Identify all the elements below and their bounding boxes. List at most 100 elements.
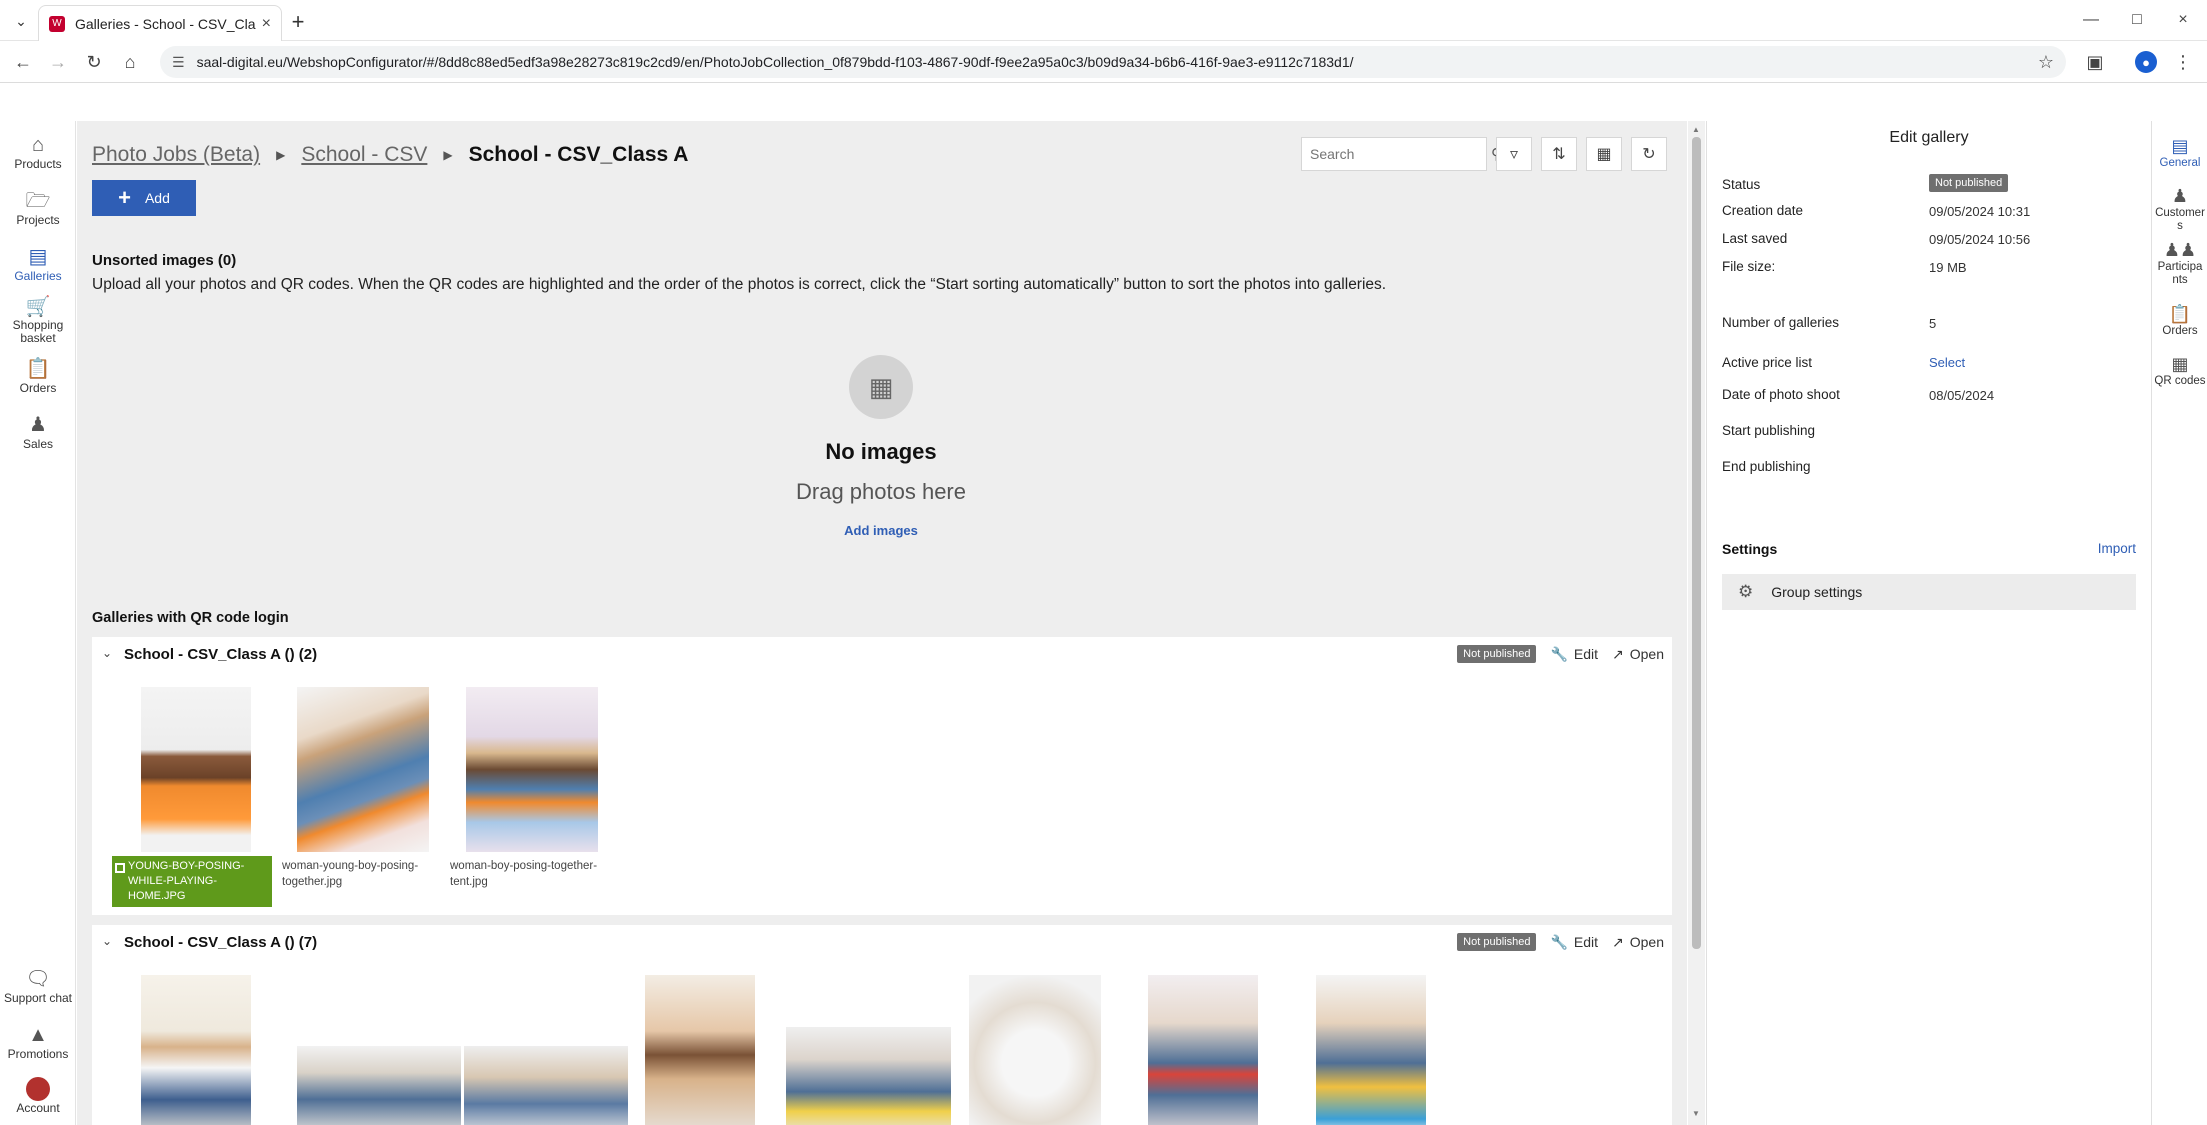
breadcrumb-school-csv[interactable]: School - CSV (301, 143, 427, 167)
nav-label: Orders (19, 381, 57, 395)
nav-label: Support chat (3, 991, 73, 1005)
filter-icon: ▿ (1509, 146, 1519, 163)
new-tab-icon[interactable]: + (284, 8, 312, 36)
photo-thumbnail[interactable] (141, 975, 251, 1125)
qr-code-icon: ▦ (2171, 354, 2189, 374)
empty-state: ▦ No images Drag photos here Add images (77, 355, 1685, 538)
gallery-card: ⌄ School - CSV_Class A () (7) Not publis… (92, 925, 1672, 1125)
breadcrumb-separator-icon: ▶ (443, 148, 453, 162)
nav-label: Sales (22, 437, 54, 451)
url-field[interactable]: ☰ saal-digital.eu/WebshopConfigurator/#/… (160, 46, 2066, 78)
main-content: Photo Jobs (Beta) ▶ School - CSV ▶ Schoo… (77, 121, 1687, 1125)
reload-icon[interactable]: ↻ (81, 49, 107, 75)
photo-shoot-date-value[interactable]: 08/05/2024 (1929, 388, 1994, 403)
photo-thumbnail[interactable] (141, 687, 251, 852)
panel-tab-qr-codes[interactable]: ▦ QR codes (2152, 353, 2207, 388)
nav-projects[interactable]: 🗁 Projects (0, 189, 76, 227)
nav-shopping-basket[interactable]: 🛒 Shopping basket (0, 295, 76, 345)
nav-label: Products (14, 157, 62, 171)
photo-thumbnail[interactable] (645, 975, 755, 1125)
photo-thumbnail[interactable] (786, 1027, 951, 1125)
filter-button[interactable]: ▿ (1496, 137, 1532, 171)
extensions-icon[interactable]: ▣ (2082, 49, 2108, 75)
images-icon: ▦ (849, 355, 913, 419)
add-label: Add (144, 190, 170, 206)
add-images-link[interactable]: Add images (77, 523, 1685, 538)
photo-thumbnail[interactable] (969, 975, 1101, 1125)
edit-button[interactable]: 🔧 Edit (1550, 646, 1598, 663)
gallery-card: ⌄ School - CSV_Class A () (2) Not publis… (92, 637, 1672, 915)
back-icon[interactable]: ← (10, 49, 36, 75)
scroll-down-icon[interactable]: ▼ (1692, 1109, 1700, 1118)
panel-tab-label: QR codes (2154, 375, 2206, 387)
nav-orders[interactable]: 📋 Orders (0, 357, 76, 395)
browser-tab[interactable]: W Galleries - School - CSV_Class A × (38, 5, 282, 41)
panel-tab-general[interactable]: ▤ General (2152, 135, 2207, 170)
tab-title: Galleries - School - CSV_Class A (75, 15, 256, 32)
status-badge: Not published (1457, 933, 1537, 951)
photo-thumbnail[interactable] (297, 1046, 461, 1125)
photo-thumbnail[interactable] (1148, 975, 1258, 1125)
main-scrollbar[interactable]: ▲ ▼ (1688, 121, 1705, 1125)
nav-account[interactable]: Account (0, 1077, 76, 1115)
breadcrumb-photo-jobs[interactable]: Photo Jobs (Beta) (92, 143, 260, 167)
site-info-icon[interactable]: ☰ (172, 54, 185, 71)
grid-view-button[interactable]: ▦ (1586, 137, 1622, 171)
status-badge: Not published (1457, 645, 1537, 663)
chevron-down-icon[interactable]: ⌄ (102, 646, 112, 660)
edit-button[interactable]: 🔧 Edit (1550, 934, 1598, 951)
plus-icon: + (118, 185, 131, 210)
photo-thumbnail[interactable] (297, 687, 429, 852)
price-list-select-link[interactable]: Select (1929, 355, 1965, 370)
bookmark-star-icon[interactable]: ☆ (2038, 52, 2054, 73)
photo-thumbnail[interactable] (464, 1046, 628, 1125)
browser-menu-icon[interactable]: ⋮ (2170, 49, 2196, 75)
search-input[interactable] (1310, 146, 1491, 162)
scroll-up-icon[interactable]: ▲ (1692, 125, 1700, 134)
nav-label: Promotions (7, 1047, 69, 1061)
nav-support-chat[interactable]: 🗨 Support chat (0, 967, 76, 1005)
refresh-button[interactable]: ↻ (1631, 137, 1667, 171)
file-size-value: 19 MB (1929, 260, 1967, 275)
url-text: saal-digital.eu/WebshopConfigurator/#/8d… (196, 54, 1354, 70)
gallery-header[interactable]: ⌄ School - CSV_Class A () (2) Not publis… (92, 637, 1672, 673)
sales-icon: ♟ (29, 414, 47, 436)
external-link-icon: ↗ (1612, 933, 1624, 950)
open-button[interactable]: ↗ Open (1612, 646, 1664, 663)
qr-code-label: YOUNG-BOY-POSING-WHILE-PLAYING-HOME.JPG (112, 856, 272, 907)
nav-galleries[interactable]: ▤ Galleries (0, 245, 76, 283)
import-link[interactable]: Import (2098, 541, 2136, 556)
search-box: ⚲ (1301, 137, 1502, 171)
no-images-title: No images (825, 439, 937, 464)
sort-button[interactable]: ⇅ (1541, 137, 1577, 171)
panel-tab-label: Participa nts (2157, 261, 2203, 286)
nav-sales[interactable]: ♟ Sales (0, 413, 76, 451)
gallery-actions: Not published 🔧 Edit ↗ Open (1457, 933, 1664, 951)
status-label: Status (1722, 177, 1761, 192)
add-button[interactable]: + Add (92, 180, 196, 216)
gallery-header[interactable]: ⌄ School - CSV_Class A () (7) Not publis… (92, 925, 1672, 961)
close-tab-icon[interactable]: × (262, 15, 271, 33)
nav-products[interactable]: ⌂ Products (0, 133, 76, 171)
photo-thumbnail[interactable] (466, 687, 598, 852)
group-settings-button[interactable]: ⚙ Group settings (1722, 574, 2136, 610)
nav-promotions[interactable]: ▲ Promotions (0, 1023, 76, 1061)
photo-shoot-date-label: Date of photo shoot (1722, 387, 1840, 402)
panel-tab-customers[interactable]: ♟ Customer s (2152, 185, 2207, 233)
tab-list-chevron-icon[interactable]: ⌄ (8, 8, 34, 34)
photo-thumbnail[interactable] (1316, 975, 1426, 1125)
home-icon[interactable]: ⌂ (117, 49, 143, 75)
scrollbar-thumb[interactable] (1692, 137, 1701, 949)
panel-tab-participants[interactable]: ♟♟ Participa nts (2152, 239, 2207, 287)
panel-tab-orders[interactable]: 📋 Orders (2152, 303, 2207, 338)
chevron-down-icon[interactable]: ⌄ (102, 934, 112, 948)
breadcrumb-separator-icon: ▶ (276, 148, 286, 162)
panel-tab-label: Orders (2162, 325, 2198, 337)
maximize-icon[interactable]: □ (2114, 6, 2160, 34)
home-icon: ⌂ (31, 134, 45, 156)
minimize-icon[interactable]: — (2068, 6, 2114, 34)
open-button[interactable]: ↗ Open (1612, 934, 1664, 951)
close-window-icon[interactable]: × (2160, 6, 2206, 34)
profile-icon[interactable]: ● (2133, 49, 2159, 75)
forward-icon[interactable]: → (45, 49, 71, 75)
